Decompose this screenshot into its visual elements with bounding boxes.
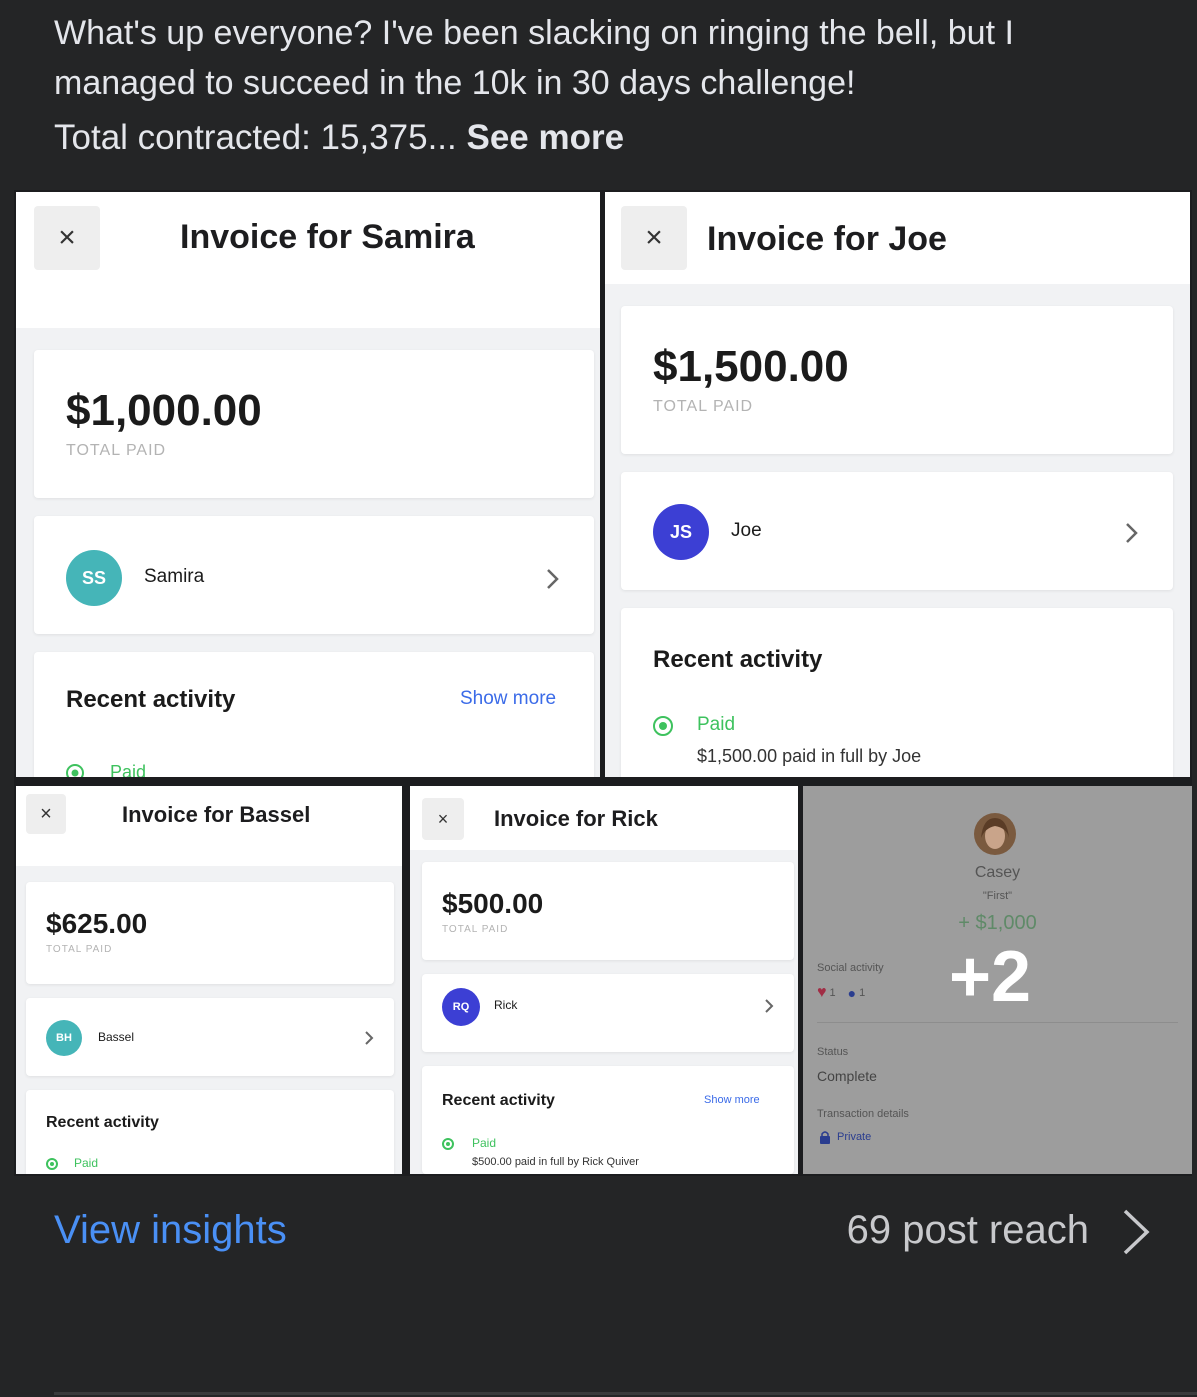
close-icon: ×	[422, 798, 464, 840]
divider	[817, 1022, 1178, 1023]
photo-invoice-rick[interactable]: × Invoice for Rick $500.00 TOTAL PAID RQ…	[410, 786, 798, 1174]
transaction-details-label: Transaction details	[817, 1108, 909, 1120]
avatar: BH	[46, 1020, 82, 1056]
paid-label: Paid	[697, 714, 736, 735]
total-paid-label: TOTAL PAID	[442, 924, 509, 935]
post-text: What's up everyone? I've been slacking o…	[54, 14, 1014, 102]
social-activity-row: ♥ 1 ● 1	[817, 984, 865, 1002]
view-insights-link[interactable]: View insights	[54, 1208, 287, 1253]
close-icon: ×	[34, 206, 100, 270]
casey-note: "First"	[982, 890, 1013, 902]
recent-activity-card: Recent activity Show more Paid	[34, 652, 594, 777]
status-dot-icon	[442, 1138, 454, 1150]
customer-name: Joe	[731, 520, 762, 541]
paid-label: Paid	[110, 762, 147, 777]
recent-activity-heading: Recent activity	[46, 1114, 159, 1131]
paid-description: $1,500.00 paid in full by Joe	[697, 746, 922, 766]
likes-count: 1	[829, 987, 836, 999]
invoice-amount: $625.00	[46, 908, 148, 939]
social-activity-label: Social activity	[817, 962, 884, 974]
post-reach[interactable]: 69 post reach	[847, 1208, 1089, 1253]
status-dot-icon	[46, 1158, 58, 1170]
paid-description: $500.00 paid in full by Rick Quiver	[472, 1156, 639, 1168]
amount-card: $1,000.00 TOTAL PAID	[34, 350, 594, 498]
recent-activity-heading: Recent activity	[442, 1092, 555, 1109]
show-more-link: Show more	[704, 1094, 760, 1106]
invoice-title: Invoice for Samira	[180, 218, 475, 256]
casey-amount: + $1,000	[958, 912, 1037, 934]
photo-invoice-bassel[interactable]: × Invoice for Bassel $625.00 TOTAL PAID …	[16, 786, 402, 1174]
heart-icon: ♥	[817, 984, 827, 1001]
close-icon: ×	[621, 206, 687, 270]
chevron-right-icon[interactable]	[1115, 1205, 1155, 1259]
status-dot-icon	[66, 764, 84, 777]
amount-card: $500.00 TOTAL PAID	[422, 862, 794, 960]
total-paid-label: TOTAL PAID	[66, 442, 167, 459]
casey-name: Casey	[974, 864, 1021, 881]
recent-activity-heading: Recent activity	[66, 686, 236, 713]
customer-name: Bassel	[98, 1030, 135, 1044]
comments-count: 1	[859, 987, 866, 999]
close-icon: ×	[26, 794, 66, 834]
divider	[54, 1392, 1197, 1395]
comment-icon: ●	[847, 985, 857, 1001]
privacy-row: Private	[819, 1130, 871, 1144]
total-contracted: Total contracted: 15,375...	[54, 118, 467, 157]
recent-activity-card: Recent activity Paid	[26, 1090, 394, 1174]
invoice-amount: $1,000.00	[66, 386, 262, 435]
casey-avatar-icon	[974, 813, 1016, 855]
total-paid-label: TOTAL PAID	[653, 398, 754, 415]
customer-card: JS Joe	[621, 472, 1173, 590]
invoice-title: Invoice for Joe	[707, 220, 947, 258]
chevron-right-icon	[1126, 523, 1138, 543]
paid-label: Paid	[472, 1136, 497, 1150]
avatar: RQ	[442, 988, 480, 1026]
invoice-amount: $500.00	[442, 888, 544, 919]
amount-card: $625.00 TOTAL PAID	[26, 882, 394, 984]
recent-activity-card: Recent activity Show more Paid $500.00 p…	[422, 1066, 794, 1174]
amount-card: $1,500.00 TOTAL PAID	[621, 306, 1173, 454]
status-value: Complete	[817, 1068, 877, 1084]
invoice-header: × Invoice for Joe	[605, 192, 1190, 284]
customer-card: RQ Rick	[422, 974, 794, 1052]
customer-card: BH Bassel	[26, 998, 394, 1076]
customer-card: SS Samira	[34, 516, 594, 634]
chevron-right-icon	[547, 569, 559, 589]
invoice-header: × Invoice for Samira	[16, 192, 600, 328]
chevron-right-icon	[365, 1031, 374, 1045]
invoice-header: × Invoice for Bassel	[16, 786, 402, 866]
photo-invoice-samira[interactable]: × Invoice for Samira $1,000.00 TOTAL PAI…	[16, 192, 600, 777]
recent-activity-heading: Recent activity	[653, 646, 823, 673]
post-total: Total contracted: 15,375... See more	[54, 118, 624, 158]
see-more-link[interactable]: See more	[466, 118, 624, 157]
invoice-amount: $1,500.00	[653, 342, 849, 391]
invoice-title: Invoice for Rick	[494, 806, 658, 831]
invoice-title: Invoice for Bassel	[122, 802, 311, 827]
show-more-link: Show more	[460, 688, 557, 709]
photo-more-overlay[interactable]: Casey "First" + $1,000 Social activity ♥…	[803, 786, 1192, 1174]
recent-activity-card: Recent activity Paid $1,500.00 paid in f…	[621, 608, 1173, 777]
photo-gallery: × Invoice for Samira $1,000.00 TOTAL PAI…	[14, 190, 1192, 1176]
more-photos-count: +2	[949, 937, 1032, 1017]
paid-label: Paid	[74, 1156, 99, 1170]
lock-icon	[820, 1131, 830, 1144]
total-paid-label: TOTAL PAID	[46, 944, 113, 955]
status-label: Status	[817, 1046, 849, 1058]
avatar: SS	[66, 550, 122, 606]
customer-name: Rick	[494, 998, 518, 1012]
privacy-value: Private	[837, 1131, 872, 1143]
chevron-right-icon	[765, 999, 774, 1013]
photo-invoice-joe[interactable]: × Invoice for Joe $1,500.00 TOTAL PAID J…	[605, 192, 1190, 777]
customer-name: Samira	[144, 566, 205, 587]
status-dot-icon	[653, 716, 673, 736]
invoice-header: × Invoice for Rick	[410, 786, 798, 850]
avatar: JS	[653, 504, 709, 560]
